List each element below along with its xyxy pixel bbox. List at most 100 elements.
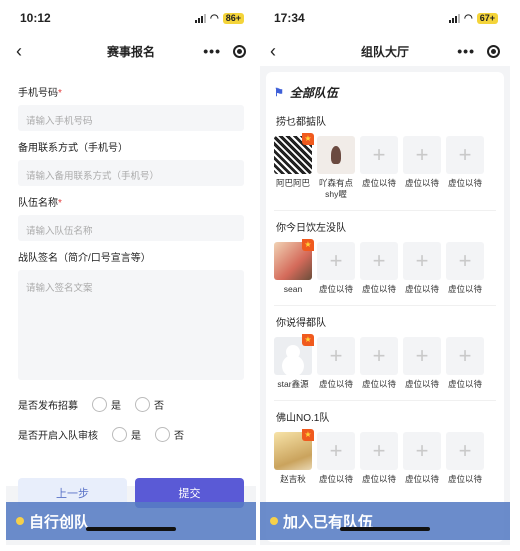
audit-yes-radio[interactable] <box>112 426 127 442</box>
team-member[interactable]: + 虚位以待 <box>403 337 441 390</box>
status-bar: 10:12 ◠ 86+ <box>6 0 256 36</box>
member-avatar[interactable]: ★ <box>274 429 314 470</box>
phone-input[interactable]: 请输入手机号码 <box>18 105 244 131</box>
back-icon[interactable]: ‹ <box>16 41 36 62</box>
member-name: 虚位以待 <box>318 474 353 484</box>
member-name: 虚位以待 <box>361 178 396 188</box>
empty-slot-plus-icon[interactable]: + <box>446 242 484 280</box>
team-member[interactable]: + 虚位以待 <box>403 432 441 485</box>
member-name: 虚位以待 <box>361 474 396 484</box>
team-member[interactable]: ★ star鑫源 <box>274 334 314 390</box>
team-member[interactable]: + 虚位以待 <box>446 432 484 485</box>
more-icon[interactable]: ••• <box>203 43 221 59</box>
team-member[interactable]: ★ 阿巴阿巴 <box>274 133 314 200</box>
signal-icon <box>194 13 206 23</box>
team-member-row: ★ 阿巴阿巴 吖森有点shy喔 + 虚位以待 + 虚位以待 + 虚位以待 <box>274 133 496 200</box>
signal-icon <box>448 13 460 23</box>
member-name: 虚位以待 <box>447 178 482 188</box>
team-member[interactable]: + 虚位以待 <box>446 136 484 200</box>
empty-slot-plus-icon[interactable]: + <box>360 242 398 280</box>
team-member[interactable]: + 虚位以待 <box>360 136 398 200</box>
team-member[interactable]: ★ sean <box>274 239 314 295</box>
team-signature-textarea[interactable]: 请输入签名文案 <box>18 270 244 380</box>
section-header: ⚑ 全部队伍 <box>274 84 496 101</box>
empty-slot-plus-icon[interactable]: + <box>317 337 355 375</box>
close-miniprogram-icon[interactable] <box>233 44 246 58</box>
status-time: 10:12 <box>20 11 51 25</box>
member-name: 赵吉秋 <box>280 474 306 484</box>
empty-slot-plus-icon[interactable]: + <box>446 432 484 470</box>
required-mark: * <box>58 198 62 209</box>
nav-bar: ‹ 赛事报名 ••• <box>6 36 256 66</box>
caption-banner: 自行创队 <box>6 502 256 540</box>
member-name: 虚位以待 <box>404 178 439 188</box>
empty-slot-plus-icon[interactable]: + <box>360 136 398 174</box>
team-name: 你说得都队 <box>276 318 326 329</box>
more-icon[interactable]: ••• <box>457 43 475 59</box>
member-avatar[interactable]: ★ <box>274 334 314 375</box>
team-list-card: ⚑ 全部队伍 捞乜都掂队 ★ 阿巴阿巴 吖森有点shy喔 + 虚位以待 + 虚位以待 + 虚位以待… <box>266 72 504 542</box>
empty-slot-plus-icon[interactable]: + <box>403 337 441 375</box>
team-member[interactable]: + 虚位以待 <box>317 242 355 295</box>
empty-slot-plus-icon[interactable]: + <box>403 242 441 280</box>
empty-slot-plus-icon[interactable]: + <box>446 337 484 375</box>
divider <box>274 210 496 211</box>
home-indicator <box>340 527 430 531</box>
member-name: 虚位以待 <box>318 284 353 294</box>
signup-form: 手机号码* 请输入手机号码 备用联系方式（手机号） 请输入备用联系方式（手机号）… <box>6 66 256 486</box>
team-member[interactable]: ★ 赵吉秋 <box>274 429 314 485</box>
audit-yes-label: 是 <box>131 430 141 442</box>
audit-no-label: 否 <box>174 430 184 442</box>
team-member[interactable]: 吖森有点shy喔 <box>317 136 355 200</box>
member-avatar[interactable]: ★ <box>274 133 314 174</box>
team-member[interactable]: + 虚位以待 <box>403 242 441 295</box>
bullet-dot <box>16 517 24 525</box>
member-name: 虚位以待 <box>361 284 396 294</box>
backup-contact-input[interactable]: 请输入备用联系方式（手机号） <box>18 160 244 186</box>
empty-slot-plus-icon[interactable]: + <box>317 432 355 470</box>
section-title: 全部队伍 <box>289 86 338 100</box>
member-name: 虚位以待 <box>447 284 482 294</box>
team-member[interactable]: + 虚位以待 <box>446 337 484 390</box>
member-name: star鑫源 <box>277 379 309 389</box>
leader-badge-icon: ★ <box>302 133 314 145</box>
empty-slot-plus-icon[interactable]: + <box>403 136 441 174</box>
team-name: 捞乜都掂队 <box>276 117 326 128</box>
team-member[interactable]: + 虚位以待 <box>360 242 398 295</box>
team-name-input[interactable]: 请输入队伍名称 <box>18 215 244 241</box>
team-member[interactable]: + 虚位以待 <box>317 432 355 485</box>
flag-icon: ⚑ <box>274 87 284 99</box>
team-member[interactable]: + 虚位以待 <box>403 136 441 200</box>
recruit-radio-group: 是否发布招募 是 否 <box>18 394 244 414</box>
team-member[interactable]: + 虚位以待 <box>360 432 398 485</box>
audit-no-radio[interactable] <box>155 426 170 442</box>
member-name: 虚位以待 <box>318 379 353 389</box>
empty-slot-plus-icon[interactable]: + <box>446 136 484 174</box>
member-avatar[interactable]: ★ <box>274 239 314 280</box>
recruit-no-radio[interactable] <box>135 396 150 412</box>
recruit-label: 是否发布招募 <box>18 400 78 412</box>
status-time: 17:34 <box>274 11 305 25</box>
team-member[interactable]: + 虚位以待 <box>360 337 398 390</box>
back-icon[interactable]: ‹ <box>270 41 290 62</box>
team-member-row: ★ sean + 虚位以待 + 虚位以待 + 虚位以待 + 虚位以待 <box>274 239 496 295</box>
empty-slot-plus-icon[interactable]: + <box>360 337 398 375</box>
team-signature-label: 战队签名（简介/口号宣言等） <box>18 253 151 264</box>
leader-badge-icon: ★ <box>302 239 314 251</box>
recruit-yes-radio[interactable] <box>92 396 107 412</box>
team-name: 你今日饮左没队 <box>276 223 346 234</box>
empty-slot-plus-icon[interactable]: + <box>360 432 398 470</box>
status-icons: ◠ 67+ <box>448 12 498 24</box>
close-miniprogram-icon[interactable] <box>487 44 500 58</box>
empty-slot-plus-icon[interactable]: + <box>317 242 355 280</box>
caption-banner: 加入已有队伍 <box>260 502 510 540</box>
member-name: sean <box>283 284 303 294</box>
team-member[interactable]: + 虚位以待 <box>317 337 355 390</box>
member-name: 虚位以待 <box>361 379 396 389</box>
member-avatar[interactable] <box>317 136 355 174</box>
team-name: 佛山NO.1队 <box>276 413 330 424</box>
team-member[interactable]: + 虚位以待 <box>446 242 484 295</box>
battery-icon: 67+ <box>476 12 498 24</box>
empty-slot-plus-icon[interactable]: + <box>403 432 441 470</box>
audit-radio-group: 是否开启入队审核 是 否 <box>18 424 244 444</box>
